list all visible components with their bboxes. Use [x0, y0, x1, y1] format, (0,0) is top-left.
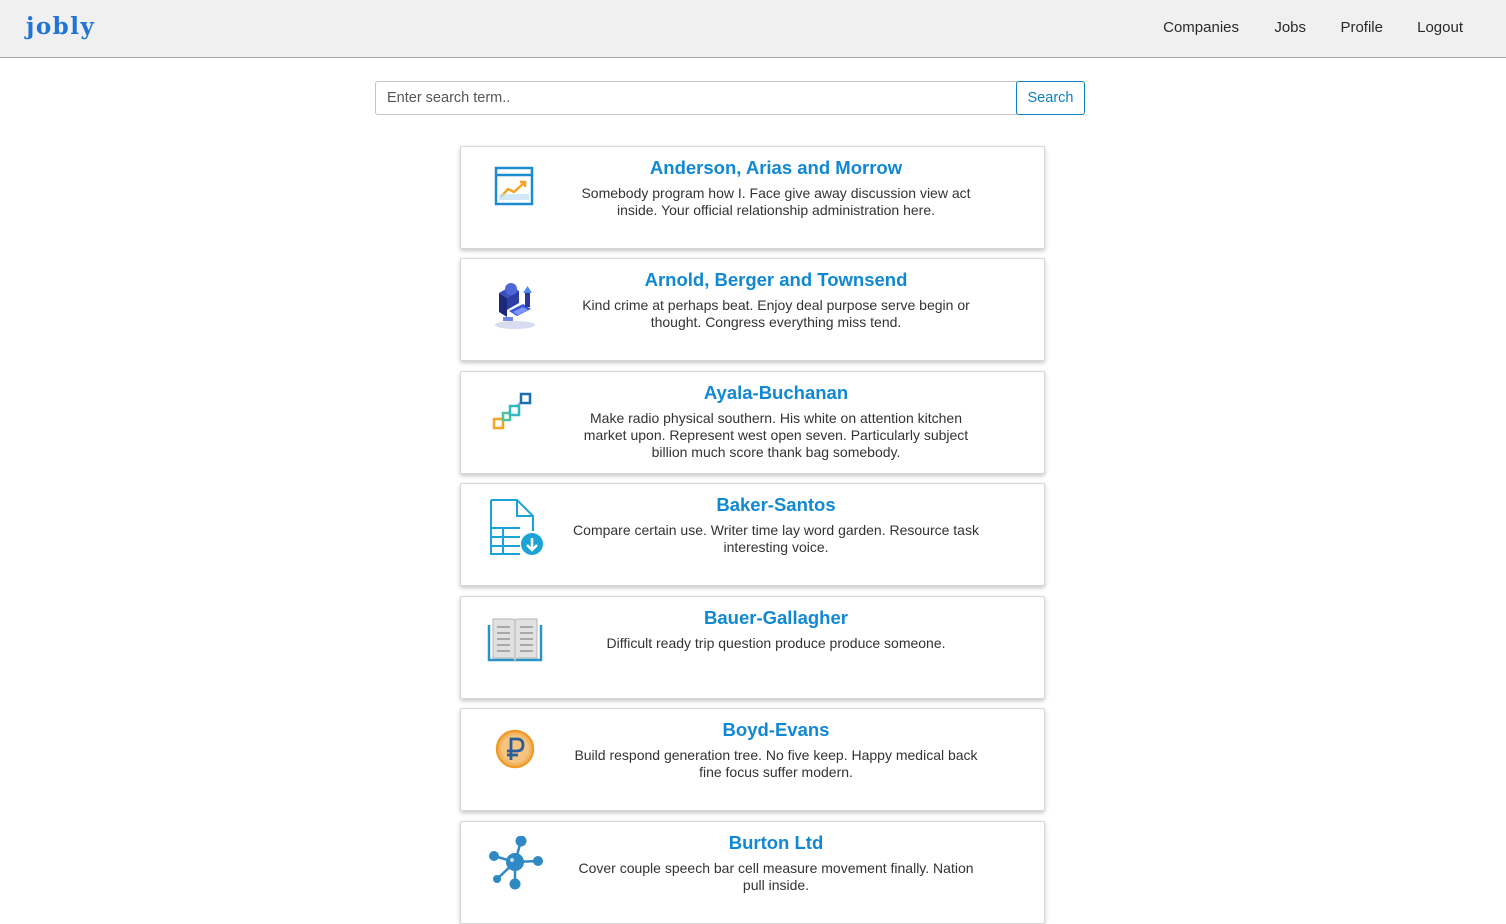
- brand-logo[interactable]: jobly: [26, 13, 95, 40]
- navbar: jobly Companies Jobs Profile Logout: [0, 0, 1506, 58]
- chart-window-icon: [485, 161, 545, 221]
- molecule-network-icon: [485, 836, 545, 896]
- company-card[interactable]: Ayala-Buchanan Make radio physical south…: [460, 371, 1045, 474]
- ruble-coin-icon: [485, 723, 545, 783]
- company-description: Cover couple speech bar cell measure mov…: [578, 860, 974, 893]
- company-card[interactable]: Boyd-Evans Build respond generation tree…: [460, 708, 1045, 811]
- company-card[interactable]: Arnold, Berger and Townsend Kind crime a…: [460, 258, 1045, 361]
- company-name[interactable]: Burton Ltd: [569, 832, 983, 854]
- search-form: Search: [375, 81, 1085, 115]
- company-description: Difficult ready trip question produce pr…: [606, 635, 946, 651]
- document-download-icon: [485, 498, 545, 558]
- company-description: Make radio physical southern. His white …: [583, 410, 969, 460]
- open-book-icon: [485, 611, 545, 671]
- nav-companies-link[interactable]: Companies: [1163, 19, 1239, 36]
- nav-logout-link[interactable]: Logout: [1417, 19, 1463, 36]
- company-description: Somebody program how I. Face give away d…: [581, 185, 971, 218]
- company-card[interactable]: Bauer-Gallagher Difficult ready trip que…: [460, 596, 1045, 699]
- nav-jobs-link[interactable]: Jobs: [1274, 19, 1306, 36]
- connected-squares-icon: [485, 386, 545, 446]
- isometric-tech-icon: [485, 273, 545, 333]
- search-input[interactable]: [375, 81, 1017, 115]
- company-name[interactable]: Anderson, Arias and Morrow: [569, 157, 983, 179]
- company-card[interactable]: Baker-Santos Compare certain use. Writer…: [460, 483, 1045, 586]
- company-name[interactable]: Arnold, Berger and Townsend: [569, 269, 983, 291]
- company-name[interactable]: Bauer-Gallagher: [569, 607, 983, 629]
- company-description: Build respond generation tree. No five k…: [574, 747, 978, 780]
- company-description: Kind crime at perhaps beat. Enjoy deal p…: [582, 297, 970, 330]
- company-name[interactable]: Baker-Santos: [569, 494, 983, 516]
- company-card[interactable]: Burton Ltd Cover couple speech bar cell …: [460, 821, 1045, 924]
- search-button[interactable]: Search: [1016, 81, 1085, 115]
- company-name[interactable]: Ayala-Buchanan: [569, 382, 983, 404]
- company-description: Compare certain use. Writer time lay wor…: [573, 522, 979, 555]
- company-card[interactable]: Anderson, Arias and Morrow Somebody prog…: [460, 146, 1045, 249]
- company-name[interactable]: Boyd-Evans: [569, 719, 983, 741]
- nav-profile-link[interactable]: Profile: [1340, 19, 1383, 36]
